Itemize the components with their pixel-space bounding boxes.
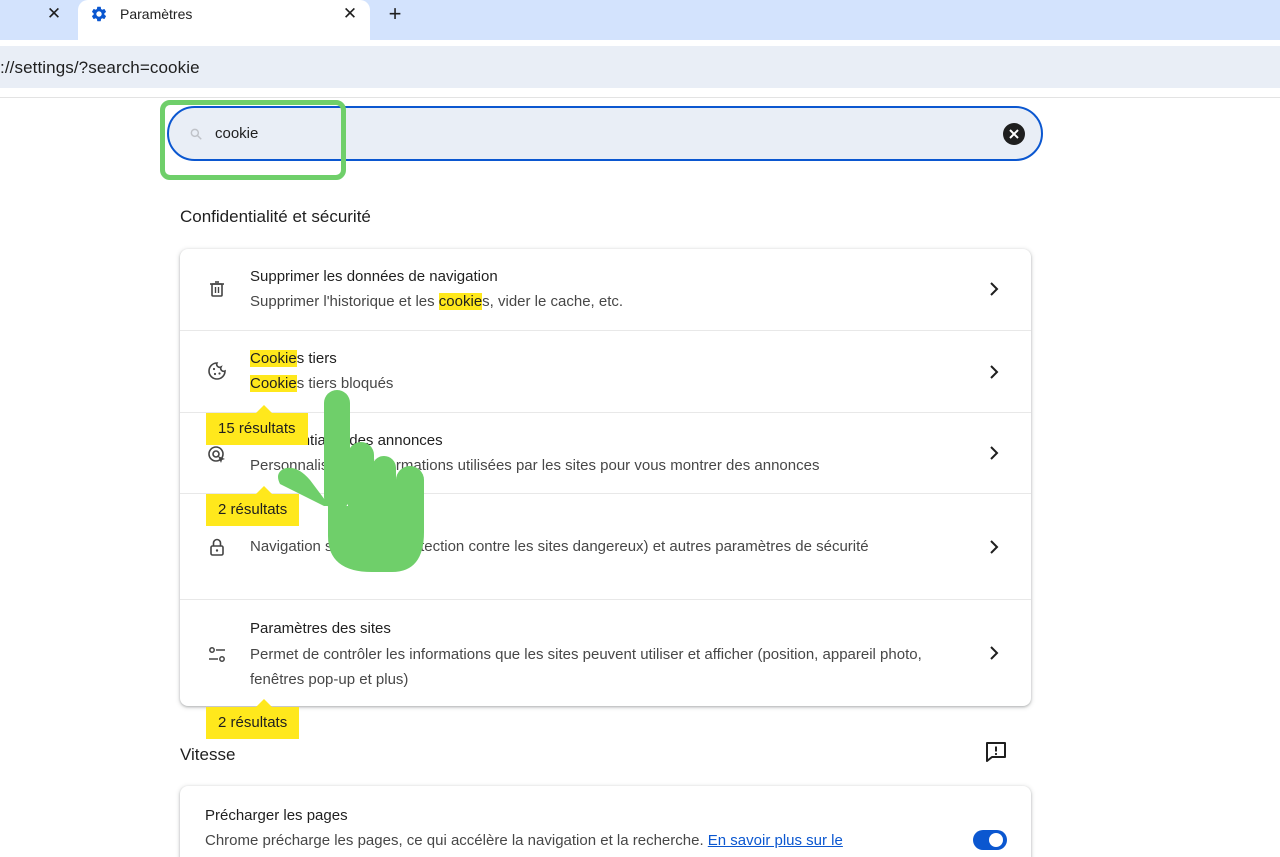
row-subtitle: Permet de contrôler les informations que…: [250, 646, 922, 688]
gear-icon: [91, 6, 107, 22]
results-count-badge: 2 résultats: [206, 486, 300, 526]
chevron-right-icon: [990, 540, 999, 554]
learn-more-link[interactable]: En savoir plus sur le: [708, 832, 843, 849]
section-title-speed: Vitesse: [180, 745, 236, 764]
row-title: Cookies tiers: [250, 350, 337, 367]
row-third-party-cookies[interactable]: Cookies tiers Cookies tiers bloqués: [180, 330, 1031, 412]
chevron-right-icon: [990, 282, 999, 296]
clear-search-button[interactable]: [1003, 123, 1025, 145]
row-subtitle-start: Supprimer l'historique et les: [250, 293, 439, 310]
previous-tab-close-button[interactable]: ✕: [44, 4, 64, 24]
row-site-settings[interactable]: Paramètres des sites Permet de contrôler…: [180, 599, 1031, 706]
chevron-right-icon: [990, 646, 999, 660]
tab-close-button[interactable]: ✕: [340, 4, 360, 24]
toggle-knob: [989, 833, 1003, 847]
row-ad-privacy[interactable]: Confidentialité des annonces Personnalis…: [180, 412, 1031, 493]
row-subtitle: Supprimer l'historique et les cookies, v…: [250, 289, 940, 314]
new-tab-button[interactable]: +: [384, 3, 406, 25]
preload-pages-card: Précharger les pages Chrome précharge le…: [180, 786, 1031, 857]
search-match-highlight: Cookie: [250, 350, 297, 367]
preload-description: Chrome précharge les pages, ce qui accél…: [205, 832, 843, 849]
url-text[interactable]: ://settings/?search=cookie: [0, 58, 200, 78]
section-title-privacy: Confidentialité et sécurité: [180, 207, 371, 226]
settings-window: ✕ Paramètres ✕ + ://settings/?search=coo…: [0, 0, 1280, 857]
tab-title: Paramètres: [120, 6, 193, 22]
settings-search-box[interactable]: cookie: [167, 106, 1043, 161]
cookie-icon: [208, 362, 226, 380]
chevron-right-icon: [990, 365, 999, 379]
results-count-badge: 15 résultats: [206, 405, 308, 445]
trash-icon: [210, 281, 224, 297]
address-bar[interactable]: ://settings/?search=cookie: [0, 46, 1280, 88]
preload-description-text: Chrome précharge les pages, ce qui accél…: [205, 832, 708, 849]
results-count-badge: 2 résultats: [206, 699, 300, 739]
privacy-card: Supprimer les données de navigation Supp…: [180, 249, 1031, 706]
tab-settings[interactable]: Paramètres ✕: [78, 0, 370, 40]
preload-toggle[interactable]: [973, 830, 1007, 850]
search-input[interactable]: cookie: [215, 125, 258, 142]
feedback-icon[interactable]: [984, 741, 1008, 763]
row-subtitle: Personnalisez les informations utilisées…: [250, 457, 820, 474]
chevron-right-icon: [990, 446, 999, 460]
row-subtitle: Cookies tiers bloqués: [250, 371, 940, 396]
row-subtitle-end: s, vider le cache, etc.: [482, 293, 624, 310]
row-subtitle-end: s tiers bloqués: [296, 375, 394, 392]
clear-icon: [1009, 129, 1019, 139]
lock-icon: [210, 538, 224, 556]
tab-strip: ✕ Paramètres ✕ +: [0, 0, 1280, 40]
toolbar: ://settings/?search=cookie: [0, 40, 1280, 98]
row-title: Supprimer les données de navigation: [250, 268, 498, 285]
row-title-end: s tiers: [296, 350, 337, 367]
search-match-highlight: Cookie: [250, 375, 297, 392]
search-icon: [190, 128, 202, 140]
row-title: Paramètres des sites: [250, 620, 391, 637]
preload-title: Précharger les pages: [205, 807, 348, 824]
row-clear-browsing-data[interactable]: Supprimer les données de navigation Supp…: [180, 249, 1031, 330]
sliders-icon: [209, 647, 225, 662]
row-security[interactable]: Navigation sécurisée (protection contre …: [180, 493, 1031, 599]
ad-privacy-icon: [208, 446, 225, 463]
search-match-highlight: cookie: [438, 293, 483, 310]
row-subtitle: Navigation sécurisée (protection contre …: [250, 538, 869, 555]
